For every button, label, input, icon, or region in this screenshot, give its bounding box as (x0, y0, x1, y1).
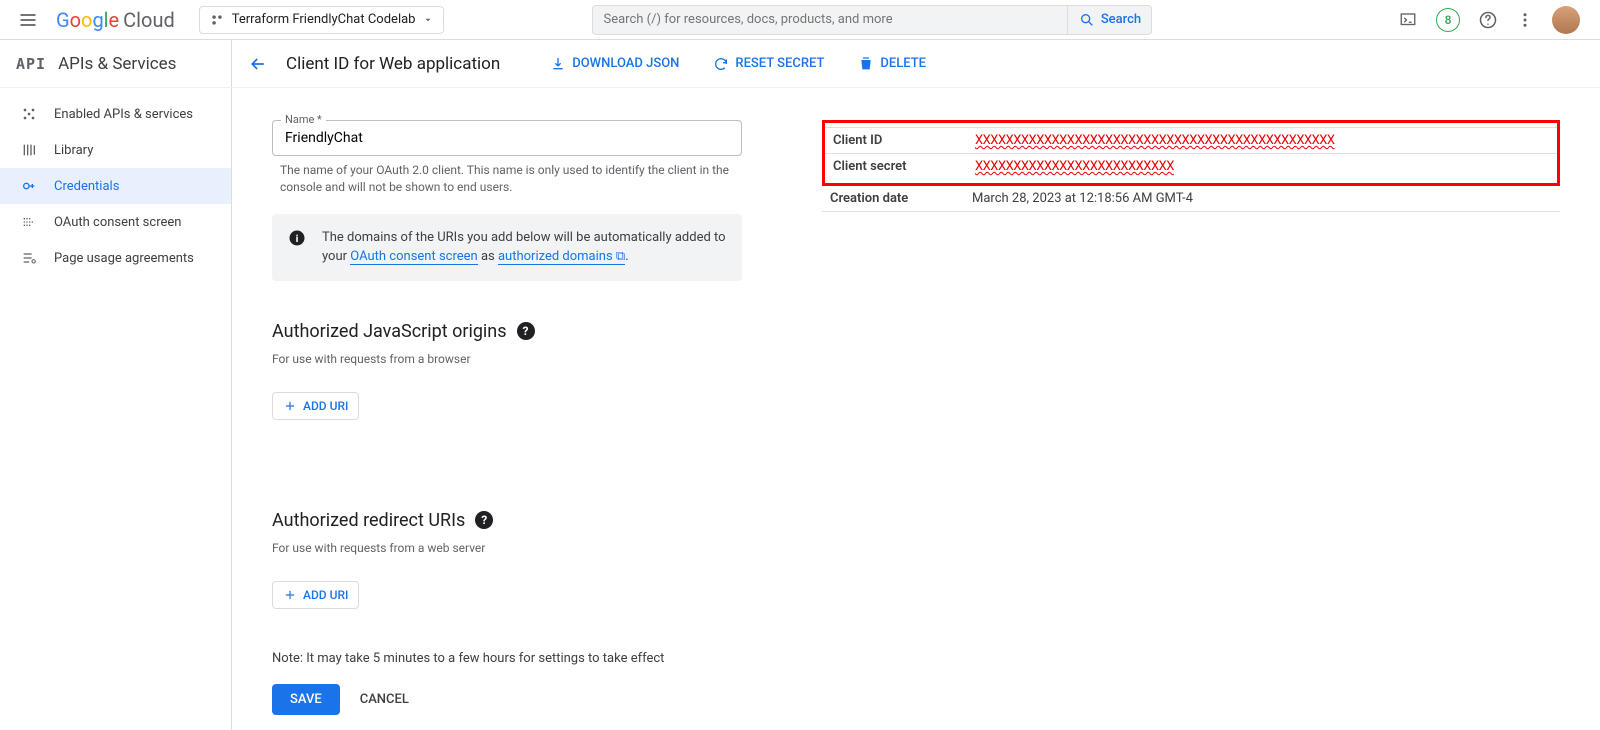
sidebar-item-label: OAuth consent screen (54, 215, 181, 230)
svg-text:i: i (296, 231, 299, 244)
sidebar-item-label: Page usage agreements (54, 251, 194, 266)
creation-date-row: Creation date March 28, 2023 at 12:18:56… (822, 186, 1560, 212)
plus-icon (283, 588, 297, 602)
redirect-title-row: Authorized redirect URIs ? (272, 510, 742, 531)
add-uri-label: ADD URI (303, 588, 348, 602)
agreements-icon (20, 250, 38, 266)
search-box[interactable]: Search (592, 5, 1152, 35)
js-origins-subtitle: For use with requests from a browser (272, 352, 742, 366)
body-wrap: Enabled APIs & services Library Credenti… (0, 88, 1600, 730)
name-field-label: Name * (281, 113, 326, 126)
sidebar-item-oauth-consent[interactable]: OAuth consent screen (0, 204, 231, 240)
trash-icon (858, 56, 874, 72)
js-origins-title-row: Authorized JavaScript origins ? (272, 321, 742, 342)
project-name: Terraform FriendlyChat Codelab (232, 12, 416, 27)
sidebar-item-enabled-apis[interactable]: Enabled APIs & services (0, 96, 231, 132)
delete-button[interactable]: DELETE (850, 56, 934, 72)
authorized-domains-link[interactable]: authorized domains ⧉ (498, 249, 625, 265)
client-secret-row: Client secret XXXXXXXXXXXXXXXXXXXXXXXXXX (825, 153, 1557, 179)
project-selector-icon (210, 13, 224, 27)
button-row: SAVE CANCEL (272, 684, 742, 715)
add-js-uri-button[interactable]: ADD URI (272, 392, 359, 420)
sub-header-left: API APIs & Services (0, 40, 232, 87)
notifications-count: 8 (1445, 13, 1452, 27)
sub-header: API APIs & Services Client ID for Web ap… (0, 40, 1600, 88)
redirect-subtitle: For use with requests from a web server (272, 541, 742, 555)
help-icon[interactable] (1478, 10, 1498, 30)
sidebar-item-credentials[interactable]: Credentials (0, 168, 231, 204)
cloud-shell-icon[interactable] (1398, 11, 1418, 29)
help-icon[interactable]: ? (517, 322, 535, 340)
logo-cloud-text: Cloud (123, 8, 175, 32)
form-column: Name * The name of your OAuth 2.0 client… (272, 112, 742, 706)
page-title: Client ID for Web application (286, 54, 500, 74)
section-title: APIs & Services (58, 54, 176, 74)
name-field-wrap[interactable]: Name * (272, 120, 742, 156)
client-id-label: Client ID (825, 133, 975, 148)
reset-secret-button[interactable]: RESET SECRET (705, 56, 832, 72)
download-json-button[interactable]: DOWNLOAD JSON (542, 56, 687, 72)
js-origins-title: Authorized JavaScript origins (272, 321, 507, 342)
reset-secret-label: RESET SECRET (735, 56, 824, 71)
sidebar-item-label: Enabled APIs & services (54, 107, 193, 122)
delete-label: DELETE (880, 56, 926, 71)
info-text: The domains of the URIs you add below wi… (322, 228, 726, 267)
info-panel: Client ID XXXXXXXXXXXXXXXXXXXXXXXXXXXXXX… (822, 112, 1560, 706)
oauth-consent-link[interactable]: OAuth consent screen (350, 249, 477, 265)
creation-date-value: March 28, 2023 at 12:18:56 AM GMT-4 (972, 191, 1193, 206)
sidebar-item-library[interactable]: Library (0, 132, 231, 168)
library-icon (20, 142, 38, 158)
project-selector[interactable]: Terraform FriendlyChat Codelab (199, 6, 445, 34)
plus-icon (283, 399, 297, 413)
consent-icon (20, 214, 38, 230)
name-input[interactable] (285, 130, 729, 146)
main-content: Name * The name of your OAuth 2.0 client… (232, 88, 1600, 730)
back-arrow-icon[interactable] (248, 54, 268, 74)
creation-date-label: Creation date (822, 191, 972, 206)
search-input[interactable] (603, 12, 1057, 27)
google-cloud-logo[interactable]: Google Cloud (56, 8, 175, 32)
search-button-label: Search (1101, 12, 1141, 27)
save-button[interactable]: SAVE (272, 684, 340, 715)
kebab-menu-icon[interactable] (1516, 11, 1534, 29)
top-header: Google Cloud Terraform FriendlyChat Code… (0, 0, 1600, 40)
chevron-down-icon (423, 15, 433, 25)
sidebar-item-agreements[interactable]: Page usage agreements (0, 240, 231, 276)
search-icon (1079, 12, 1095, 28)
add-uri-label: ADD URI (303, 399, 348, 413)
key-icon (20, 178, 38, 194)
redirect-title: Authorized redirect URIs (272, 510, 465, 531)
redacted-highlight-box: Client ID XXXXXXXXXXXXXXXXXXXXXXXXXXXXXX… (822, 120, 1560, 186)
info-box: i The domains of the URIs you add below … (272, 214, 742, 281)
client-secret-label: Client secret (825, 159, 975, 174)
name-field-hint: The name of your OAuth 2.0 client. This … (272, 162, 742, 196)
download-icon (550, 56, 566, 72)
external-link-icon: ⧉ (616, 249, 625, 264)
top-right-icons: 8 (1398, 6, 1592, 34)
help-icon[interactable]: ? (475, 511, 493, 529)
sidebar-item-label: Credentials (54, 179, 119, 194)
cancel-button[interactable]: CANCEL (360, 692, 409, 707)
client-id-value: XXXXXXXXXXXXXXXXXXXXXXXXXXXXXXXXXXXXXXXX… (975, 133, 1335, 148)
account-avatar[interactable] (1552, 6, 1580, 34)
dashboard-icon (20, 106, 38, 122)
client-id-row: Client ID XXXXXXXXXXXXXXXXXXXXXXXXXXXXXX… (825, 127, 1557, 153)
reset-icon (713, 56, 729, 72)
sub-header-right: Client ID for Web application DOWNLOAD J… (232, 54, 1600, 74)
sidebar-item-label: Library (54, 143, 93, 158)
hamburger-menu-icon[interactable] (8, 0, 48, 40)
sidebar: Enabled APIs & services Library Credenti… (0, 88, 232, 730)
settings-note: Note: It may take 5 minutes to a few hou… (272, 651, 742, 666)
search-button[interactable]: Search (1067, 6, 1151, 34)
api-section-icon: API (16, 55, 46, 73)
add-redirect-uri-button[interactable]: ADD URI (272, 581, 359, 609)
client-secret-value: XXXXXXXXXXXXXXXXXXXXXXXXXX (975, 159, 1174, 174)
notifications-badge[interactable]: 8 (1436, 8, 1460, 32)
download-json-label: DOWNLOAD JSON (572, 56, 679, 71)
info-icon: i (288, 228, 306, 248)
